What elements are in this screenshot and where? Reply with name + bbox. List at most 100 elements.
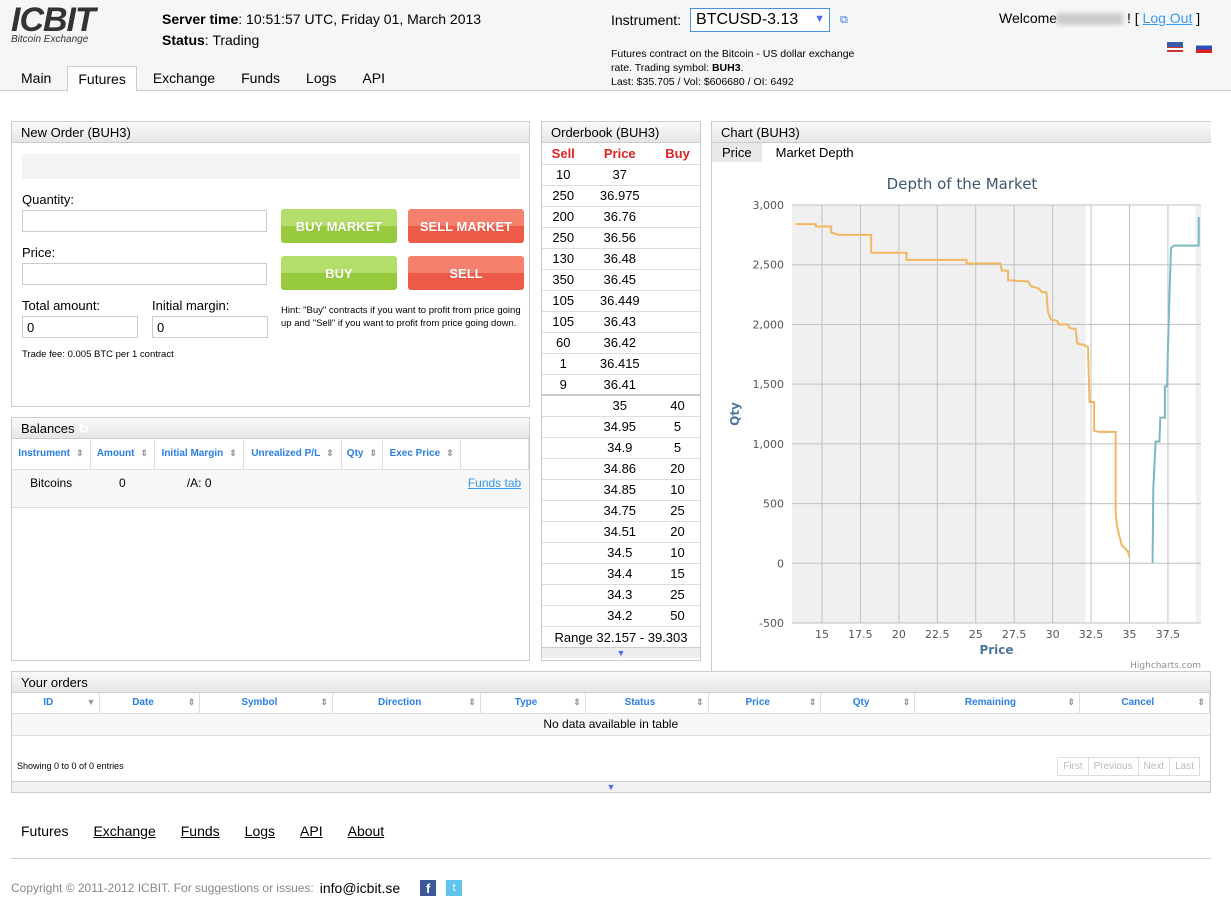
bracket-open: ! [	[1123, 10, 1143, 26]
footer-link-funds[interactable]: Funds	[181, 823, 220, 839]
orderbook-row[interactable]: 200 36.76	[542, 206, 700, 228]
total-amount-input[interactable]: 0	[22, 316, 138, 338]
column-header[interactable]: Symbol ⇕	[199, 693, 334, 714]
us-flag-icon[interactable]	[1167, 42, 1183, 53]
column-header[interactable]: ID ▼	[12, 693, 101, 714]
contact-email[interactable]: info@icbit.se	[320, 880, 400, 896]
orderbook-row[interactable]: 130 36.48	[542, 248, 700, 270]
orderbook-row[interactable]: 34.2 50	[542, 605, 700, 627]
orderbook-row[interactable]: 34.5 10	[542, 542, 700, 564]
first-page-button[interactable]: First	[1057, 757, 1089, 776]
column-header[interactable]: Qty ⇕	[820, 693, 916, 714]
expand-icon[interactable]: ▼	[542, 647, 700, 658]
price-input[interactable]	[22, 263, 267, 285]
tab-logs[interactable]: Logs	[296, 66, 346, 91]
column-header[interactable]: Instrument ⇕	[12, 439, 91, 470]
footer-link-logs[interactable]: Logs	[245, 823, 275, 839]
orderbook-row[interactable]: 34.4 15	[542, 563, 700, 585]
column-header[interactable]: Exec Price ⇕	[382, 439, 461, 470]
footer-link-api[interactable]: API	[300, 823, 323, 839]
tab-main[interactable]: Main	[11, 66, 61, 91]
buy-market-button[interactable]: BUY MARKET	[281, 209, 397, 243]
orderbook-row[interactable]: 34.3 25	[542, 584, 700, 606]
buy-button[interactable]: BUY	[281, 256, 397, 290]
chart-panel: Chart (BUH3) Price Market Depth -500 0 500…	[711, 121, 1211, 671]
orderbook-row[interactable]: 250 36.975	[542, 185, 700, 207]
orderbook-row[interactable]: 350 36.45	[542, 269, 700, 291]
column-header[interactable]: Remaining ⇕	[914, 693, 1081, 714]
orderbook-row[interactable]: 35 40	[542, 395, 700, 417]
price-cell: 34.86	[584, 458, 656, 480]
column-header[interactable]: Direction ⇕	[332, 693, 481, 714]
column-header[interactable]: Cancel ⇕	[1079, 693, 1210, 714]
buy-cell	[655, 353, 700, 375]
orderbook-row[interactable]: 34.85 10	[542, 479, 700, 501]
last-page-button[interactable]: Last	[1169, 757, 1200, 776]
column-header[interactable]: Qty ⇕	[341, 439, 384, 470]
total-amount-label: Total amount:	[22, 298, 101, 313]
tab-market-depth[interactable]: Market Depth	[762, 143, 868, 162]
panel-title: Your orders	[12, 672, 1210, 693]
tab-futures[interactable]: Futures	[67, 66, 137, 92]
logo-title: ICBIT	[11, 1, 96, 39]
orderbook-row[interactable]: 34.86 20	[542, 458, 700, 480]
sell-cell	[542, 458, 585, 480]
x-tick-label: 15	[815, 628, 829, 641]
tab-price[interactable]: Price	[712, 143, 762, 162]
initial-margin-input[interactable]: 0	[152, 316, 268, 338]
external-link-icon[interactable]: ⧉	[840, 14, 848, 27]
column-header[interactable]: Status ⇕	[585, 693, 709, 714]
orderbook-row[interactable]: 60 36.42	[542, 332, 700, 354]
column-header[interactable]: Unrealized P/L ⇕	[243, 439, 342, 470]
price-cell: 34.9	[584, 437, 656, 459]
orderbook-row[interactable]: 105 36.449	[542, 290, 700, 312]
column-label: Qty	[346, 448, 364, 460]
facebook-icon[interactable]: f	[420, 880, 437, 896]
footer-link-exchange[interactable]: Exchange	[93, 823, 155, 839]
column-header[interactable]: Initial Margin ⇕	[154, 439, 245, 470]
orderbook-row[interactable]: 250 36.56	[542, 227, 700, 249]
orderbook-row[interactable]: 34.9 5	[542, 437, 700, 459]
sort-icon: ▼	[86, 697, 96, 708]
logout-link[interactable]: Log Out	[1143, 10, 1193, 26]
previous-page-button[interactable]: Previous	[1087, 757, 1139, 776]
orderbook-row[interactable]: 34.51 20	[542, 521, 700, 543]
orderbook-row[interactable]: 1 36.415	[542, 353, 700, 375]
footer-divider	[11, 858, 1211, 859]
footer-link-futures[interactable]: Futures	[21, 823, 68, 839]
sell-market-button[interactable]: SELL MARKET	[408, 209, 524, 243]
tab-api[interactable]: API	[352, 66, 395, 91]
footer-link-about[interactable]: About	[348, 823, 385, 839]
column-header[interactable]: Amount ⇕	[90, 439, 155, 470]
orderbook-row[interactable]: 34.95 5	[542, 416, 700, 438]
quantity-input[interactable]	[22, 210, 267, 232]
y-axis-label: Qty	[728, 402, 742, 426]
next-page-button[interactable]: Next	[1137, 757, 1171, 776]
instrument-select[interactable]: BTCUSD-3.13 ▼	[690, 8, 831, 32]
y-tick-label: 2,500	[753, 259, 785, 272]
header: ICBIT Bitcoin Exchange Server time: 10:5…	[0, 0, 1231, 92]
logo[interactable]: ICBIT Bitcoin Exchange	[11, 1, 96, 45]
tab-funds[interactable]: Funds	[231, 66, 290, 91]
expand-icon[interactable]: ▼	[12, 781, 1210, 792]
copyright-text: Copyright © 2011-2012 ICBIT. For suggest…	[11, 881, 314, 895]
orderbook-row[interactable]: 105 36.43	[542, 311, 700, 333]
sort-icon: ⇕	[902, 697, 911, 708]
buy-cell: 10	[655, 479, 700, 501]
sell-button[interactable]: SELL	[408, 256, 524, 290]
russia-flag-icon[interactable]	[1196, 42, 1212, 53]
orderbook-row[interactable]: 9 36.41	[542, 374, 700, 396]
sort-icon: ⇕	[696, 697, 704, 708]
column-header[interactable]: Price ⇕	[708, 693, 822, 714]
balances-table: Instrument ⇕ Amount ⇕ Initial Margin ⇕ Unre…	[12, 439, 529, 508]
orderbook-row[interactable]: 34.75 25	[542, 500, 700, 522]
logo-subtitle: Bitcoin Exchange	[11, 34, 89, 45]
column-header[interactable]: Date ⇕	[99, 693, 201, 714]
column-header[interactable]: Type ⇕	[480, 693, 586, 714]
orderbook-row[interactable]: 10 37	[542, 164, 700, 186]
funds-tab-link[interactable]: Funds tab	[468, 476, 521, 490]
twitter-icon[interactable]: t	[446, 880, 463, 896]
tab-exchange[interactable]: Exchange	[143, 66, 225, 91]
refresh-icon[interactable]: ↻	[78, 421, 89, 436]
buy-cell	[655, 248, 700, 270]
